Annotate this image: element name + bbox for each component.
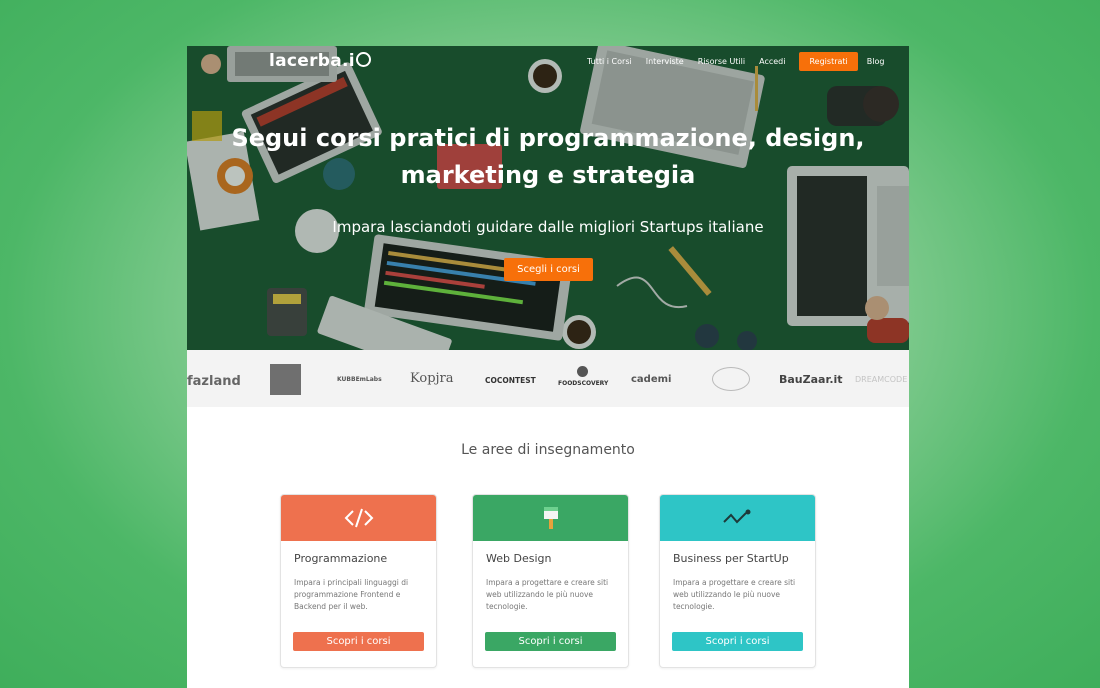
paintbrush-icon <box>543 507 558 529</box>
site-logo[interactable]: lacerba.i <box>269 51 371 71</box>
card-title: Web Design <box>486 552 552 565</box>
card-description: Impara a progettare e creare siti web ut… <box>673 578 796 611</box>
hero-overlay <box>187 46 909 350</box>
card-title: Programmazione <box>294 552 388 565</box>
website-page: lacerba.i Tutti i Corsi Interviste Risor… <box>187 46 909 688</box>
partner-logo-bauzaar[interactable]: BauZaar.it <box>779 373 843 386</box>
code-icon <box>344 508 373 528</box>
discover-courses-button[interactable]: Scopri i corsi <box>672 632 803 651</box>
partner-logo-dreamcode[interactable]: DREAMCODE <box>855 375 907 384</box>
hero-title: Segui corsi pratici di programmazione, d… <box>187 120 909 194</box>
card-header <box>473 495 628 541</box>
hero-title-line-1: Segui corsi pratici di programmazione, d… <box>231 124 865 152</box>
course-card-web-design: Web Design Impara a progettare e creare … <box>472 494 629 668</box>
logo-text: lacerba.i <box>269 51 355 71</box>
logo-o-mark <box>355 52 371 67</box>
partner-logo-kubbemlabs[interactable]: KUBBEmLabs <box>337 376 382 383</box>
course-card-business: Business per StartUp Impara a progettare… <box>659 494 816 668</box>
card-title: Business per StartUp <box>673 552 789 565</box>
nav-item-interviste[interactable]: Interviste <box>646 57 684 66</box>
partner-logo-cocontest[interactable]: COCONTEST <box>485 376 536 385</box>
nav-item-accedi[interactable]: Accedi <box>759 57 785 66</box>
section-title: Le aree di insegnamento <box>461 442 635 458</box>
card-header <box>660 495 815 541</box>
partner-logo-badge-icon[interactable] <box>712 367 750 391</box>
course-card-programmazione: Programmazione Impara i principali lingu… <box>280 494 437 668</box>
partner-logo-foodscovery[interactable]: FOODSCOVERY <box>558 380 608 387</box>
hero-section: lacerba.i Tutti i Corsi Interviste Risor… <box>187 46 909 350</box>
partner-logo-fazland[interactable]: fazland <box>187 374 241 389</box>
partner-logo-velasca[interactable] <box>270 364 301 395</box>
partner-logo-cademi[interactable]: cademi <box>631 374 671 385</box>
hero-subtitle: Impara lasciandoti guidare dalle miglior… <box>332 218 764 236</box>
hero-title-line-2: marketing e strategia <box>400 161 696 189</box>
partner-logos-bar: fazland KUBBEmLabs Kopjra COCONTEST FOOD… <box>187 350 909 407</box>
nav-item-tutti-i-corsi[interactable]: Tutti i Corsi <box>587 57 632 66</box>
discover-courses-button[interactable]: Scopri i corsi <box>485 632 616 651</box>
nav-item-blog[interactable]: Blog <box>867 57 885 66</box>
card-description: Impara a progettare e creare siti web ut… <box>486 578 609 611</box>
chart-line-icon <box>722 509 750 524</box>
choose-courses-button[interactable]: Scegli i corsi <box>504 258 593 281</box>
register-button[interactable]: Registrati <box>799 52 858 71</box>
discover-courses-button[interactable]: Scopri i corsi <box>293 632 424 651</box>
main-nav: Tutti i Corsi Interviste Risorse Utili A… <box>587 52 898 71</box>
card-header <box>281 495 436 541</box>
nav-item-risorse-utili[interactable]: Risorse Utili <box>698 57 745 66</box>
foodscovery-mark-icon <box>577 366 588 377</box>
partner-logo-kopjra[interactable]: Kopjra <box>410 371 454 386</box>
card-description: Impara i principali linguaggi di program… <box>294 578 409 611</box>
